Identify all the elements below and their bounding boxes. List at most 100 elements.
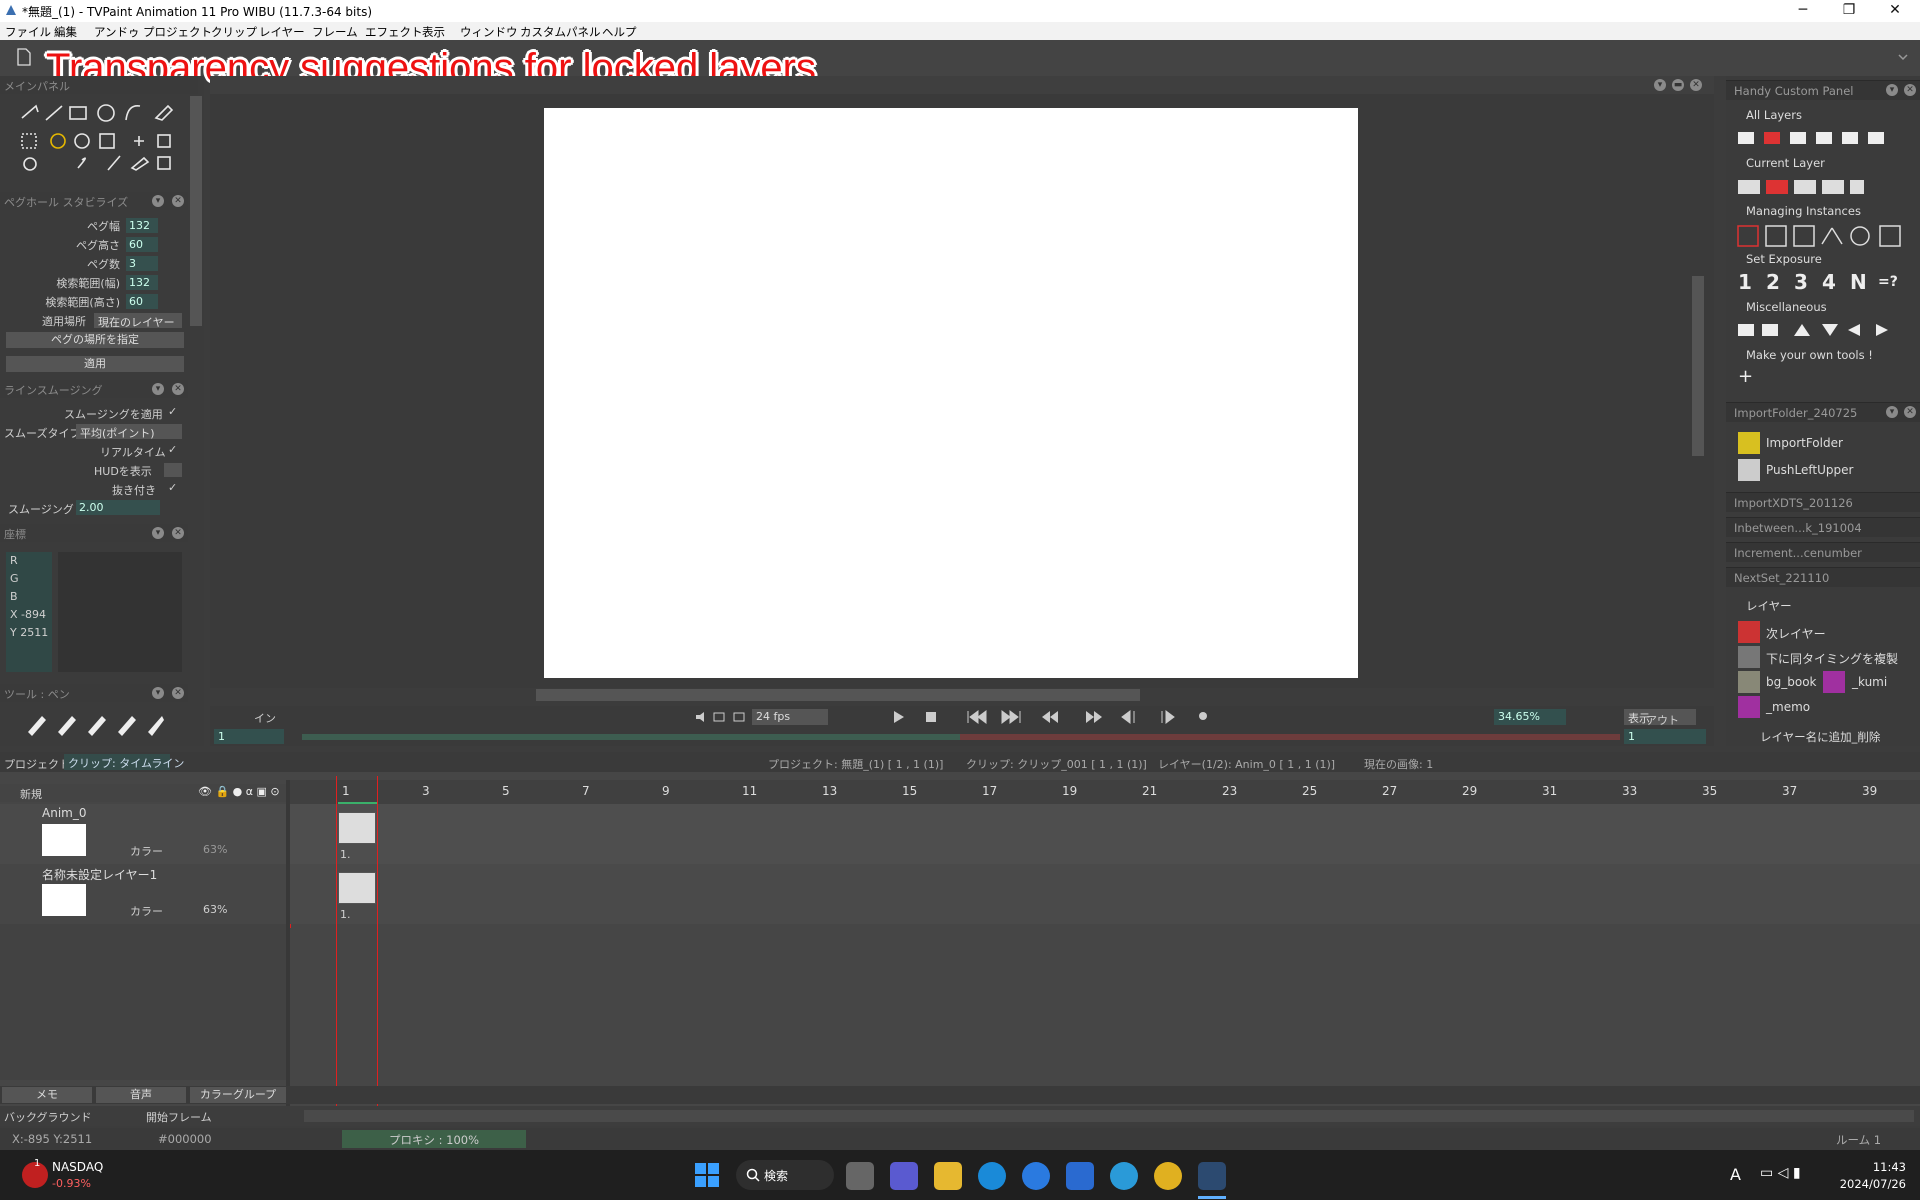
frame-number[interactable]: 31 xyxy=(1542,784,1557,798)
toolbar-dropdown-icon[interactable] xyxy=(1896,50,1910,64)
canvas-collapse-icon[interactable]: ▾ xyxy=(1654,79,1666,91)
edge-icon[interactable] xyxy=(978,1162,1006,1190)
kumi-item[interactable]: _kumi xyxy=(1852,675,1887,689)
left-scrollbar[interactable] xyxy=(190,96,202,326)
chrome-icon[interactable] xyxy=(1154,1162,1182,1190)
next-layer-item[interactable]: 次レイヤー xyxy=(1766,625,1826,642)
menu-file[interactable]: ファイル xyxy=(5,24,51,40)
menu-window[interactable]: ウィンドウ xyxy=(460,24,518,40)
frame-number[interactable]: 13 xyxy=(822,784,837,798)
import-xdts-header[interactable]: ImportXDTS_201126 xyxy=(1726,492,1920,512)
rename-item[interactable]: レイヤー名に追加_削除 xyxy=(1760,729,1880,745)
start-frame-label[interactable]: 開始フレーム xyxy=(146,1109,212,1125)
nuki-check[interactable]: ✓ xyxy=(168,481,177,494)
exposure-1[interactable]: 1 xyxy=(1738,270,1752,294)
frame-number[interactable]: 17 xyxy=(982,784,997,798)
out-field[interactable]: 1 xyxy=(1624,729,1706,744)
tvpaint-taskbar-icon[interactable] xyxy=(1198,1162,1226,1190)
layer-row-anim0[interactable]: Anim_0 カラー 63% xyxy=(0,804,291,928)
wibu-icon[interactable] xyxy=(1110,1162,1138,1190)
apply-button[interactable]: 適用 xyxy=(6,356,184,372)
peg-count-field[interactable]: 3 xyxy=(126,256,158,271)
layer-row-unnamed[interactable]: 名称未設定レイヤー1 カラー 63% xyxy=(0,864,290,924)
tab-project[interactable]: プロジェクト xyxy=(4,756,70,772)
import-close-icon[interactable]: ✕ xyxy=(1904,406,1916,418)
memo-tab[interactable]: メモ xyxy=(2,1087,92,1103)
handy-collapse-icon[interactable]: ▾ xyxy=(1886,84,1898,96)
search-width-field[interactable]: 132 xyxy=(126,275,158,290)
canvas-vscroll[interactable] xyxy=(1692,276,1704,456)
tab-clip-timeline[interactable]: クリップ: タイムライン xyxy=(64,754,184,770)
sound-icon[interactable] xyxy=(694,710,754,724)
frame-number[interactable]: 15 xyxy=(902,784,917,798)
menu-help[interactable]: ヘルプ xyxy=(602,24,637,40)
tray-icons[interactable]: ▭ ◁ ▮ xyxy=(1760,1165,1801,1181)
exposure-2[interactable]: 2 xyxy=(1766,270,1780,294)
bg-book-item[interactable]: bg_book xyxy=(1766,675,1816,689)
frame-number[interactable]: 37 xyxy=(1782,784,1797,798)
color-group-tab[interactable]: カラーグループ xyxy=(190,1087,286,1103)
maximize-button[interactable]: ❐ xyxy=(1826,0,1872,22)
frame-number[interactable]: 25 xyxy=(1302,784,1317,798)
search-height-field[interactable]: 60 xyxy=(126,294,158,309)
exposure-n[interactable]: N xyxy=(1850,270,1867,294)
audio-tab[interactable]: 音声 xyxy=(96,1087,186,1103)
smoothing-collapse-icon[interactable]: ▾ xyxy=(152,383,164,395)
canvas-hscroll[interactable] xyxy=(536,689,1140,701)
realtime-check[interactable]: ✓ xyxy=(168,443,177,456)
coords-close-icon[interactable]: ✕ xyxy=(172,527,184,539)
store-icon[interactable] xyxy=(1066,1162,1094,1190)
frame-number[interactable]: 3 xyxy=(422,784,430,798)
import-folder-item[interactable]: ImportFolder xyxy=(1766,436,1843,450)
peg-close-icon[interactable]: ✕ xyxy=(172,195,184,207)
help-icon[interactable] xyxy=(1022,1162,1050,1190)
menu-clip[interactable]: クリップ xyxy=(211,24,257,40)
menu-view[interactable]: 表示 xyxy=(422,24,445,40)
menu-layer[interactable]: レイヤー xyxy=(259,24,305,40)
layer-opacity[interactable]: 63% xyxy=(203,843,227,856)
menu-effect[interactable]: エフェクト xyxy=(365,24,423,40)
apply-place-select[interactable]: 現在のレイヤー xyxy=(94,313,182,328)
background-label[interactable]: バックグラウンド xyxy=(4,1109,92,1125)
increment-header[interactable]: Increment...cenumber xyxy=(1726,542,1920,562)
exposure-3[interactable]: 3 xyxy=(1794,270,1808,294)
misc-tools[interactable] xyxy=(1736,320,1912,340)
peg-height-field[interactable]: 60 xyxy=(126,237,158,252)
add-tool-button[interactable]: + xyxy=(1738,366,1753,387)
room-select[interactable]: ルーム 1 xyxy=(1836,1132,1881,1148)
exposure-4[interactable]: 4 xyxy=(1822,270,1836,294)
new-file-icon[interactable] xyxy=(16,48,32,66)
frame-number[interactable]: 23 xyxy=(1222,784,1237,798)
explorer-icon[interactable] xyxy=(934,1162,962,1190)
frame-number[interactable]: 33 xyxy=(1622,784,1637,798)
memo-item[interactable]: _memo xyxy=(1766,700,1810,714)
in-field[interactable]: 1 xyxy=(214,729,284,744)
coords-collapse-icon[interactable]: ▾ xyxy=(152,527,164,539)
drawing-canvas[interactable] xyxy=(544,108,1358,678)
smoothing-close-icon[interactable]: ✕ xyxy=(172,383,184,395)
handy-close-icon[interactable]: ✕ xyxy=(1904,84,1916,96)
tool-close-icon[interactable]: ✕ xyxy=(172,687,184,699)
menu-custom-panel[interactable]: カスタムパネル xyxy=(520,24,601,40)
frame-number[interactable]: 39 xyxy=(1862,784,1877,798)
zoom-field[interactable]: 34.65% xyxy=(1494,709,1566,725)
pen-presets[interactable] xyxy=(26,710,166,740)
smooth-type-select[interactable]: 平均(ポイント) xyxy=(76,424,182,440)
frame-number[interactable]: 7 xyxy=(582,784,590,798)
menu-edit[interactable]: 編集 xyxy=(54,24,77,40)
frame-number[interactable]: 29 xyxy=(1462,784,1477,798)
transport-controls[interactable] xyxy=(890,709,1220,725)
ime-indicator[interactable]: A xyxy=(1730,1165,1741,1184)
exposure-query[interactable]: =? xyxy=(1878,274,1898,290)
all-layers-tools[interactable] xyxy=(1736,128,1912,148)
dup-timing-item[interactable]: 下に同タイミングを複製 xyxy=(1766,650,1898,667)
inbetween-header[interactable]: Inbetween...k_191004 xyxy=(1726,517,1920,537)
hud-check[interactable] xyxy=(164,463,182,477)
peg-collapse-icon[interactable]: ▾ xyxy=(152,195,164,207)
layer-splitter[interactable] xyxy=(286,780,290,1108)
windows-start-icon[interactable] xyxy=(694,1162,720,1188)
instances-tools[interactable] xyxy=(1736,224,1912,248)
frame-number[interactable]: 35 xyxy=(1702,784,1717,798)
tool-collapse-icon[interactable]: ▾ xyxy=(152,687,164,699)
smooth-apply-check[interactable]: ✓ xyxy=(168,405,177,418)
